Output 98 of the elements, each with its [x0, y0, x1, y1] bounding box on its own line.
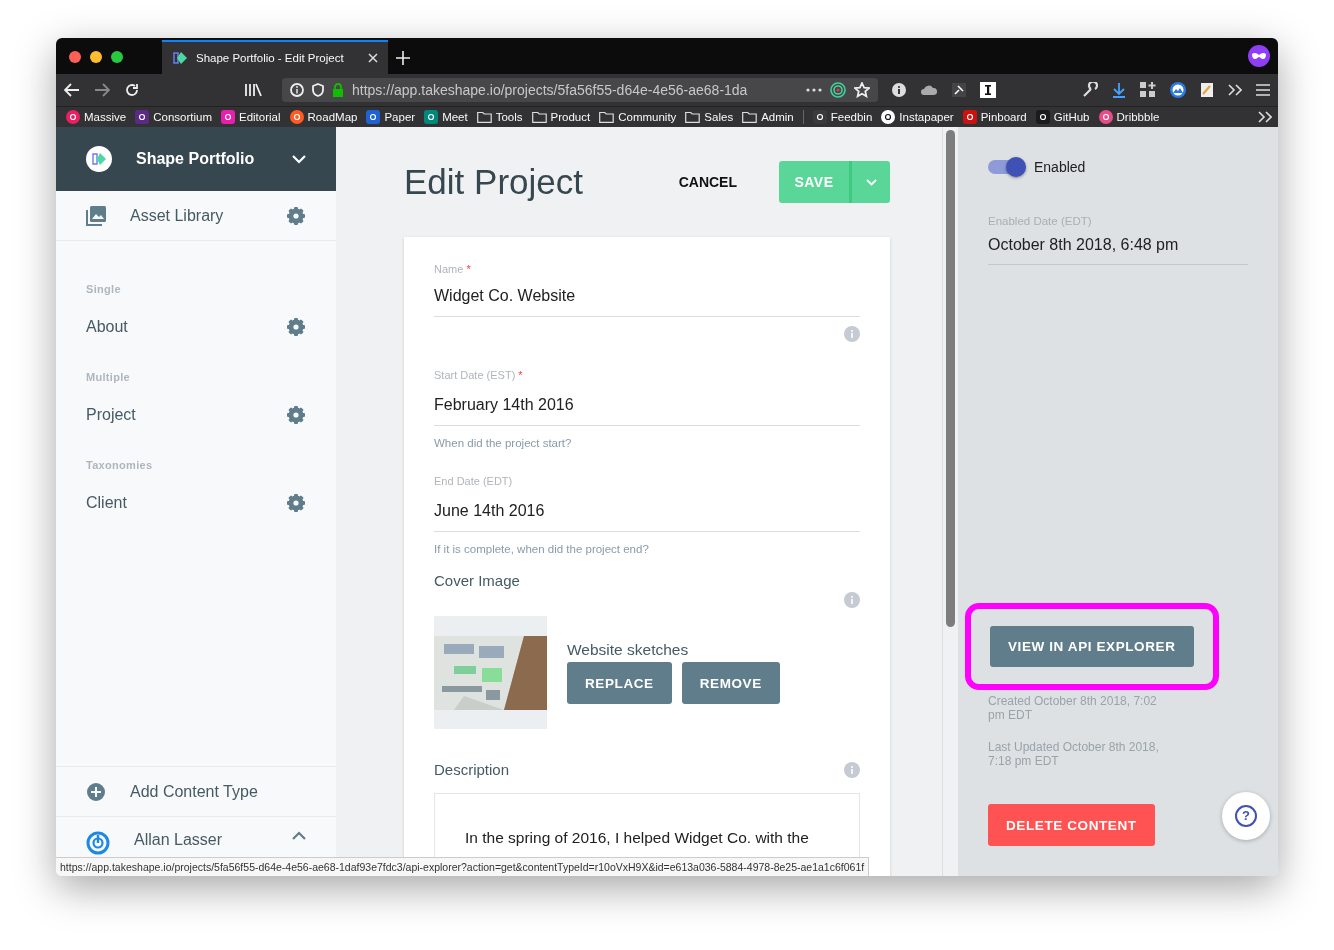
text-field[interactable]: February 14th 2016: [434, 381, 860, 426]
tab-title: Shape Portfolio - Edit Project: [196, 52, 345, 64]
gear-icon[interactable]: [286, 405, 306, 425]
toggle-label: Enabled: [1034, 159, 1086, 175]
image-caption: Website sketches: [567, 641, 690, 659]
star-icon[interactable]: [854, 82, 870, 98]
project-name: Shape Portfolio: [136, 150, 256, 168]
address-bar[interactable]: https://app.takeshape.io/projects/5fa56f55-d64e-4e56-ae68-1da: [282, 78, 878, 102]
power-icon: [86, 831, 110, 855]
close-icon[interactable]: [368, 53, 378, 63]
created-text: Created October 8th 2018, 7:02 pm EDT: [988, 694, 1158, 722]
status-url: https://app.takeshape.io/projects/5fa56f55-d64e-4e56-ae68-1daf93e7fdc3/api-explorer?action=get&contentTypeId=r10oVxH9X&id=e613a036-5884-4978-8e25-ae1a1c6f061f: [56, 857, 870, 876]
bookmark[interactable]: Pinboard: [962, 110, 1027, 124]
folder-icon: [476, 111, 492, 123]
lock-icon: [332, 83, 344, 97]
project-logo-icon: [86, 146, 112, 172]
browser-tab[interactable]: Shape Portfolio - Edit Project: [162, 40, 388, 74]
window-control-icon[interactable]: [111, 51, 123, 63]
cancel-button[interactable]: CANCEL: [668, 168, 747, 196]
section-heading: Multiple: [86, 371, 131, 383]
sidebar-item[interactable]: Asset Library: [56, 191, 336, 241]
toggle-switch[interactable]: [988, 160, 1024, 174]
gear-icon[interactable]: [286, 205, 306, 226]
back-icon[interactable]: [64, 83, 80, 97]
window-control-icon[interactable]: [69, 51, 81, 63]
content-type-link[interactable]: About: [86, 318, 128, 336]
text-field[interactable]: Widget Co. Website: [434, 275, 860, 317]
cloud-icon[interactable]: [920, 83, 938, 97]
chevron-up-icon[interactable]: [292, 831, 306, 840]
library-icon[interactable]: [244, 83, 262, 97]
shield-icon: [312, 83, 324, 97]
download-icon[interactable]: [1112, 82, 1126, 98]
reload-icon[interactable]: [124, 82, 140, 98]
bookmark[interactable]: GitHub: [1035, 110, 1090, 124]
help-text: If it is complete, when did the project end?: [434, 543, 650, 555]
diamond-logo-icon: [172, 51, 188, 65]
document-icon[interactable]: [1200, 82, 1214, 98]
more-icon[interactable]: [806, 88, 822, 92]
mask-icon: [1248, 45, 1270, 67]
bookmark[interactable]: Dribbble: [1098, 110, 1160, 124]
url-text: https://app.takeshape.io/projects/5fa56f55-d64e-4e56-ae68-1da: [352, 82, 749, 98]
chevron-down-icon[interactable]: [292, 154, 306, 164]
bookmark[interactable]: Community: [599, 111, 677, 123]
bookmark[interactable]: Sales: [685, 111, 734, 123]
field-label: End Date (EDT): [434, 475, 514, 487]
help-text: When did the project start?: [434, 437, 573, 449]
content-type-link[interactable]: Project: [86, 406, 136, 424]
field-label: Start Date (EST) *: [434, 369, 524, 381]
chevrons-icon[interactable]: [1228, 84, 1242, 96]
bookmark[interactable]: Product: [531, 111, 591, 123]
scrollbar-thumb[interactable]: [946, 130, 955, 627]
api-explorer-button[interactable]: VIEW IN API EXPLORER: [990, 626, 1194, 667]
chevrons-icon[interactable]: [1258, 111, 1272, 123]
globe-icon[interactable]: [1170, 82, 1186, 98]
add-content-type-button[interactable]: Add Content Type: [56, 766, 336, 816]
text-field[interactable]: June 14th 2016: [434, 487, 860, 532]
forward-icon[interactable]: [94, 83, 110, 97]
bookmark[interactable]: Massive: [66, 110, 127, 124]
section-heading: Taxonomies: [86, 459, 154, 471]
plus-circle-icon: [86, 781, 106, 802]
updated-text: Last Updated October 8th 2018, 7:18 pm EDT: [988, 740, 1160, 768]
page-title: Edit Project: [404, 162, 584, 202]
help-button[interactable]: ?: [1222, 792, 1270, 840]
field-label: Cover Image: [434, 572, 520, 589]
image-action-button[interactable]: REMOVE: [681, 662, 780, 704]
section-heading: Single: [86, 283, 122, 295]
bookmark[interactable]: Admin: [742, 111, 794, 123]
bookmark[interactable]: Consortium: [135, 110, 212, 124]
folder-icon: [685, 111, 701, 123]
bookmark-square-icon[interactable]: [980, 82, 996, 98]
date-field[interactable]: October 8th 2018, 6:48 pm: [988, 227, 1248, 265]
bookmark[interactable]: Meet: [424, 110, 468, 124]
grid-plus-icon[interactable]: [1140, 82, 1156, 98]
info-circle-icon[interactable]: [892, 83, 906, 97]
bookmark[interactable]: RoadMap: [289, 110, 358, 124]
new-tab-icon[interactable]: [396, 51, 410, 65]
bookmark[interactable]: Instapaper: [881, 110, 954, 124]
chevron-down-icon: [865, 178, 877, 186]
target-icon[interactable]: [830, 82, 846, 98]
images-icon: [86, 205, 106, 226]
folder-icon: [599, 111, 615, 123]
folder-icon: [742, 111, 758, 123]
gear-icon[interactable]: [286, 317, 306, 337]
content-type-link[interactable]: Client: [86, 494, 127, 512]
bookmark[interactable]: Feedbin: [812, 110, 873, 124]
bookmark[interactable]: Tools: [476, 111, 523, 123]
gear-icon[interactable]: [286, 493, 306, 513]
folder-icon: [531, 111, 547, 123]
window-control-icon[interactable]: [90, 51, 102, 63]
field-label: Description: [434, 761, 510, 778]
pin-icon[interactable]: [952, 83, 966, 97]
bookmark[interactable]: Paper: [366, 110, 416, 124]
field-label: Name *: [434, 263, 472, 275]
image-action-button[interactable]: REPLACE: [567, 662, 672, 704]
menu-icon[interactable]: [1256, 84, 1270, 96]
project-header[interactable]: Shape Portfolio: [56, 127, 336, 191]
bookmark[interactable]: Editorial: [221, 110, 281, 124]
info-icon: [290, 83, 304, 97]
